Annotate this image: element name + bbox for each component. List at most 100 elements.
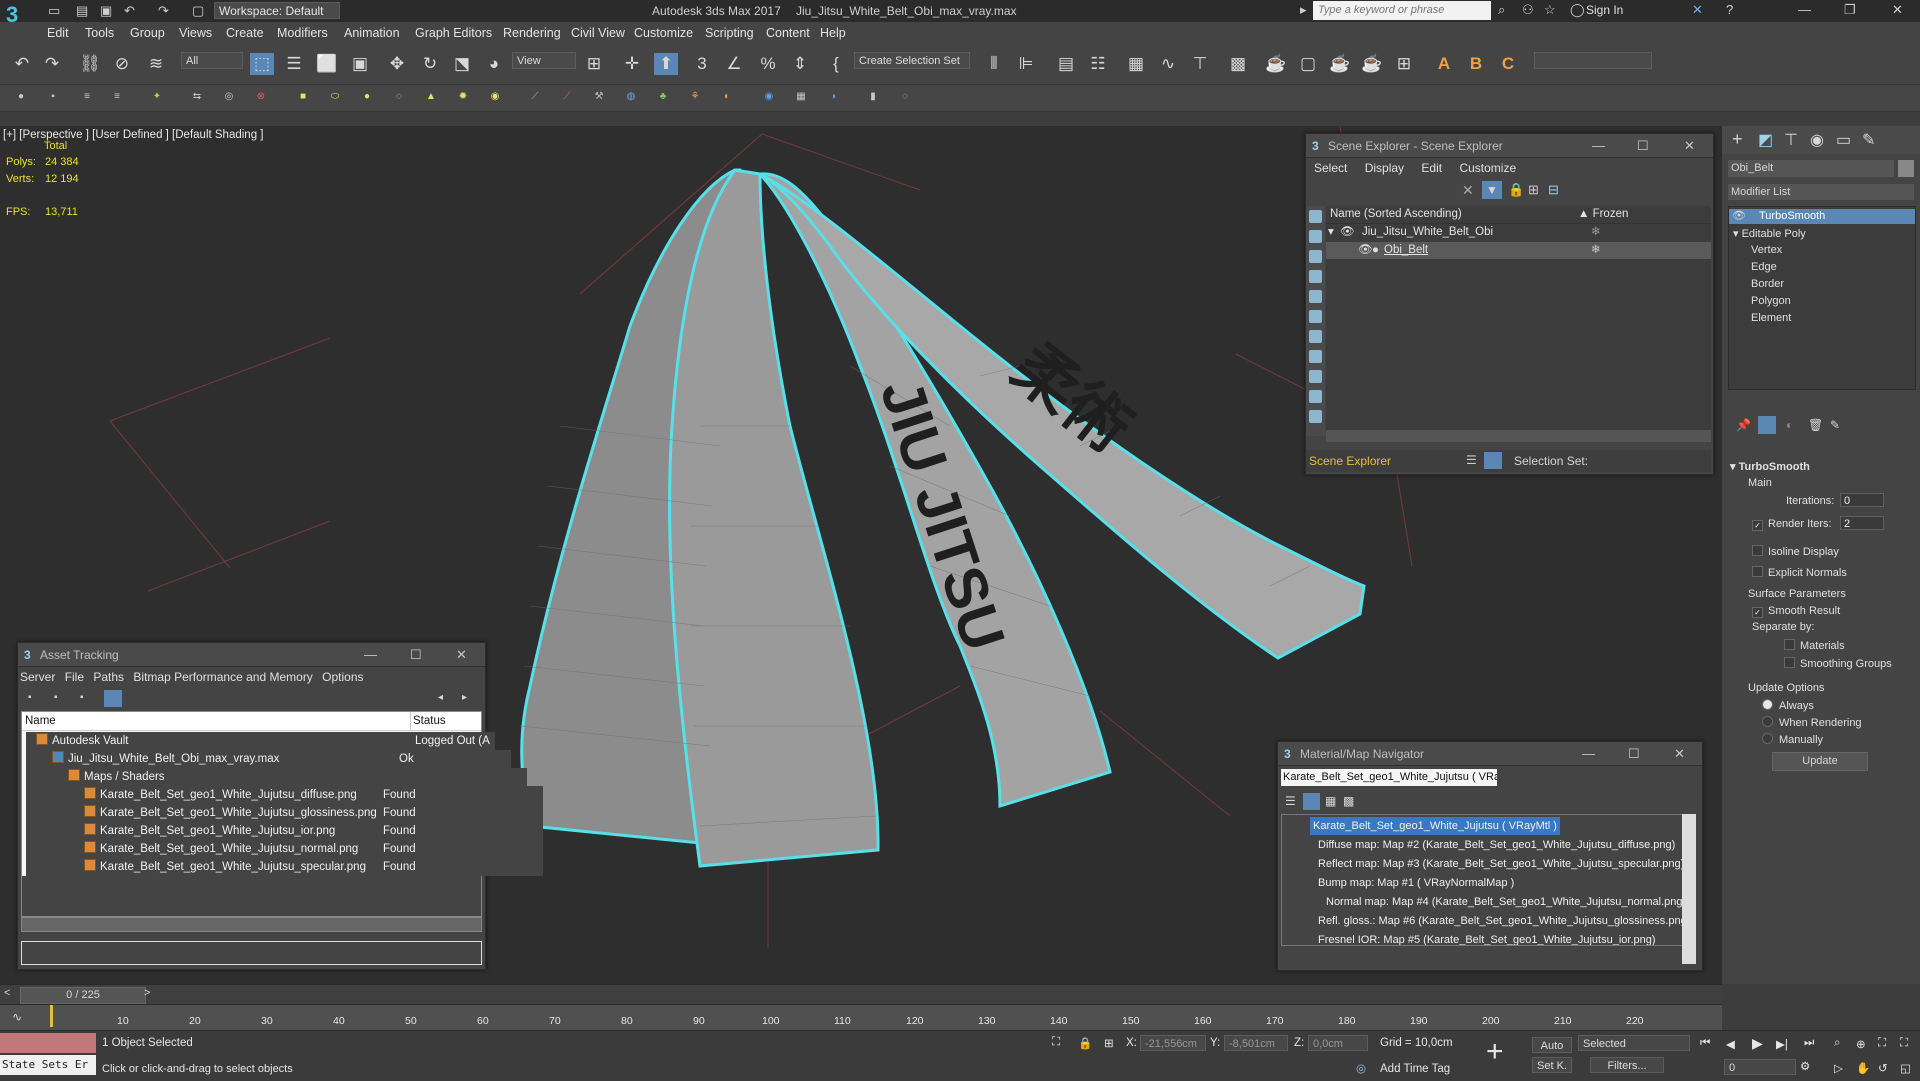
viewport-tool-icon[interactable]: ● (14, 90, 28, 104)
maximize-icon[interactable]: ☐ (410, 643, 422, 667)
search-arrow-icon[interactable]: ▸ (1300, 2, 1307, 18)
menu-tools[interactable]: Tools (85, 26, 114, 40)
at-menu-paths[interactable]: Paths (93, 670, 124, 684)
toolbar-extra-dropdown[interactable] (1534, 52, 1652, 69)
time-slider-next-icon[interactable]: > (144, 987, 150, 999)
display-tab-icon[interactable]: ▭ (1836, 130, 1851, 150)
subscription-icon[interactable]: ⚇ (1522, 2, 1534, 18)
spinner-snap-icon[interactable]: ⇕ (788, 53, 812, 75)
se-footer-label[interactable]: Scene Explorer (1309, 454, 1391, 468)
unlink-icon[interactable]: ⊘ (110, 53, 134, 75)
se-horizontal-scrollbar[interactable] (1326, 430, 1711, 442)
stack-subitem-edge[interactable]: Edge (1751, 261, 1777, 273)
stack-subitem-element[interactable]: Element (1751, 312, 1791, 324)
bone-tool-icon[interactable]: ⚒ (592, 90, 606, 104)
at-row-file[interactable]: Karate_Belt_Set_geo1_White_Jujutsu_norma… (26, 840, 543, 858)
x-coord-field[interactable]: -21,556cm (1140, 1035, 1206, 1051)
show-end-result-icon[interactable] (1758, 416, 1776, 434)
pin-stack-icon[interactable]: 📌 (1736, 418, 1751, 432)
selection-filter-dropdown[interactable]: All (181, 52, 243, 69)
minimize-icon[interactable]: — (1592, 134, 1605, 158)
menu-content[interactable]: Content (766, 26, 810, 40)
checkbox-checked[interactable]: ✓ (1752, 520, 1763, 531)
previous-frame-icon[interactable]: ◀ (1726, 1037, 1735, 1051)
zoom-extents-all-icon[interactable]: ⛶ (1900, 1037, 1908, 1050)
layer-explorer-icon[interactable]: ☷ (1086, 53, 1110, 75)
se-menu-edit[interactable]: Edit (1421, 161, 1442, 175)
curve-editor-icon[interactable]: ∿ (1156, 53, 1180, 75)
checkbox-unchecked[interactable] (1784, 657, 1795, 668)
radio-selected[interactable] (1762, 699, 1773, 710)
menu-create[interactable]: Create (226, 26, 264, 40)
undo-icon[interactable]: ↶ (124, 3, 135, 19)
at-vault-icon[interactable]: ▪ (28, 692, 32, 703)
render-tool-icon[interactable]: ◉ (762, 90, 776, 104)
teapot-primitive-icon[interactable]: ◉ (488, 90, 502, 104)
new-file-icon[interactable]: ▭ (48, 3, 60, 19)
window-crossing-icon[interactable]: ▣ (348, 53, 372, 75)
help-icon[interactable]: ? (1726, 2, 1733, 17)
scene-explorer-list[interactable]: Name (Sorted Ascending) ▲ Frozen ▾ 👁 Jiu… (1326, 206, 1711, 436)
binoculars-icon[interactable]: ⌕ (1498, 2, 1505, 18)
percent-snap-icon[interactable]: % (756, 53, 780, 75)
menu-scripting[interactable]: Scripting (705, 26, 754, 40)
next-frame-icon[interactable]: ▶| (1776, 1037, 1788, 1051)
at-col-name[interactable]: Name (25, 712, 56, 730)
help-tool-icon[interactable]: ◌ (898, 90, 912, 104)
maximize-icon[interactable]: ☐ (1637, 134, 1649, 158)
utilities-tab-icon[interactable]: ✎ (1862, 130, 1875, 150)
walk-tool-icon[interactable]: ⚘ (688, 90, 702, 104)
isoline-display-checkbox[interactable]: Isoline Display (1752, 545, 1839, 558)
y-coord-field[interactable]: -8,501cm (1224, 1035, 1288, 1051)
track-bar[interactable]: ∿ 10 20 30 40 50 60 70 80 90 100 110 120… (0, 1004, 1722, 1031)
stack-subitem-polygon[interactable]: Polygon (1751, 295, 1791, 307)
current-frame-field[interactable]: 0 (1724, 1059, 1796, 1075)
update-when-rendering-radio[interactable]: When Rendering (1762, 716, 1862, 729)
visibility-eye-icon[interactable]: 👁 (1358, 242, 1373, 259)
menu-customize[interactable]: Customize (634, 26, 693, 40)
smoothing-groups-checkbox[interactable]: Smoothing Groups (1784, 657, 1892, 670)
cylinder-primitive-icon[interactable]: ⬭ (328, 90, 342, 104)
update-always-radio[interactable]: Always (1762, 699, 1814, 712)
display-cameras-icon[interactable] (1309, 270, 1322, 283)
at-row-maps-folder[interactable]: Maps / Shaders (26, 768, 527, 786)
minimize-icon[interactable]: — (1798, 2, 1811, 17)
pin-tool-icon[interactable]: ▮ (866, 90, 880, 104)
scene-explorer-toggle-icon[interactable]: ▤ (1054, 53, 1078, 75)
modifier-list-dropdown[interactable]: Modifier List (1728, 184, 1914, 200)
sphere-primitive-icon[interactable]: ● (360, 90, 374, 104)
toggle-ribbon-icon[interactable]: ▦ (1124, 53, 1148, 75)
edit-named-selection-icon[interactable]: { (824, 53, 848, 75)
modify-tab-icon[interactable]: ◩ (1758, 130, 1773, 150)
bind-space-warp-icon[interactable]: ≋ (144, 53, 168, 75)
frame-counter[interactable]: 0 / 225 (20, 987, 146, 1004)
snaps-toggle-icon[interactable]: 3 (690, 53, 714, 75)
text-a-icon[interactable]: A (1432, 53, 1456, 75)
close-icon[interactable]: ✕ (1892, 2, 1903, 18)
grid-tool-icon[interactable]: ▦ (794, 90, 808, 104)
time-slider[interactable]: < 0 / 225 > (0, 984, 1722, 1005)
absolute-mode-icon[interactable]: ⊞ (1104, 1036, 1114, 1050)
turbosmooth-rollout-header[interactable]: ▾ TurboSmooth (1730, 460, 1810, 473)
rectangular-selection-icon[interactable]: ⬜ (315, 53, 339, 75)
user-icon[interactable]: ◯ (1570, 2, 1585, 18)
at-menu-bitmap[interactable]: Bitmap Performance and Memory (133, 670, 312, 684)
light-tool-icon[interactable]: ✦ (150, 90, 164, 104)
lock-icon[interactable]: 🔒 (1508, 182, 1524, 198)
at-list-icon[interactable]: ▪ (80, 692, 84, 703)
restore-icon[interactable]: ❐ (1844, 2, 1856, 18)
stack-item-editable-poly[interactable]: ▾ Editable Poly (1733, 227, 1806, 240)
place-icon[interactable]: ◕ (482, 53, 506, 75)
display-helpers-icon[interactable] (1309, 290, 1322, 303)
menu-group[interactable]: Group (130, 26, 165, 40)
se-col-name[interactable]: Name (Sorted Ascending) (1330, 206, 1462, 223)
mn-row-map[interactable]: Diffuse map: Map #2 (Karate_Belt_Set_geo… (1318, 836, 1675, 854)
at-row-file[interactable]: Karate_Belt_Set_geo1_White_Jujutsu_diffu… (26, 786, 543, 804)
hierarchy-mode-icon[interactable] (1484, 452, 1502, 469)
layer-tool-icon[interactable]: ▪ (46, 90, 60, 104)
at-horizontal-scrollbar[interactable] (21, 917, 482, 932)
go-to-start-icon[interactable]: ⏮ (1700, 1037, 1710, 1050)
isolate-selection-icon[interactable]: ⛶ (1052, 1036, 1060, 1049)
display-lights-icon[interactable] (1309, 250, 1322, 263)
align-icon[interactable]: ⊫ (1014, 53, 1038, 75)
